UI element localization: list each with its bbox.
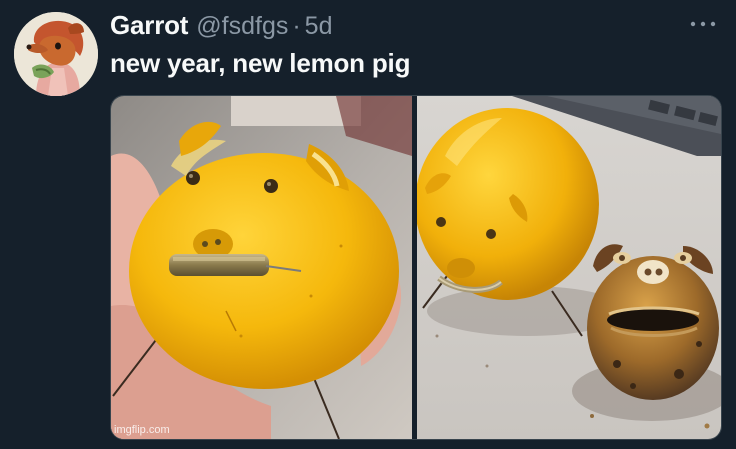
lemon-pig-coin-image: [111, 96, 412, 439]
more-horizontal-icon: [690, 21, 716, 27]
username-handle[interactable]: @fsdfgs: [196, 12, 288, 41]
avatar[interactable]: [14, 12, 98, 96]
imgflip-watermark: imgflip.com: [114, 424, 170, 436]
avatar-illustration: [14, 12, 98, 96]
tweet-card: Garrot @fsdfgs · 5d new year, new lemon …: [0, 0, 736, 449]
display-name[interactable]: Garrot: [110, 10, 188, 41]
photo-new-and-old-lemon-pig[interactable]: [417, 96, 721, 439]
more-options-button[interactable]: [688, 14, 718, 34]
new-and-old-lemon-pig-image: [417, 96, 721, 439]
separator-dot: ·: [292, 12, 301, 40]
tweet-text: new year, new lemon pig: [110, 48, 411, 78]
tweet-header: Garrot @fsdfgs · 5d: [110, 10, 332, 42]
timestamp[interactable]: 5d: [305, 12, 333, 41]
media-grid: imgflip.com: [110, 95, 722, 440]
photo-lemon-pig-coin[interactable]: imgflip.com: [111, 96, 412, 439]
